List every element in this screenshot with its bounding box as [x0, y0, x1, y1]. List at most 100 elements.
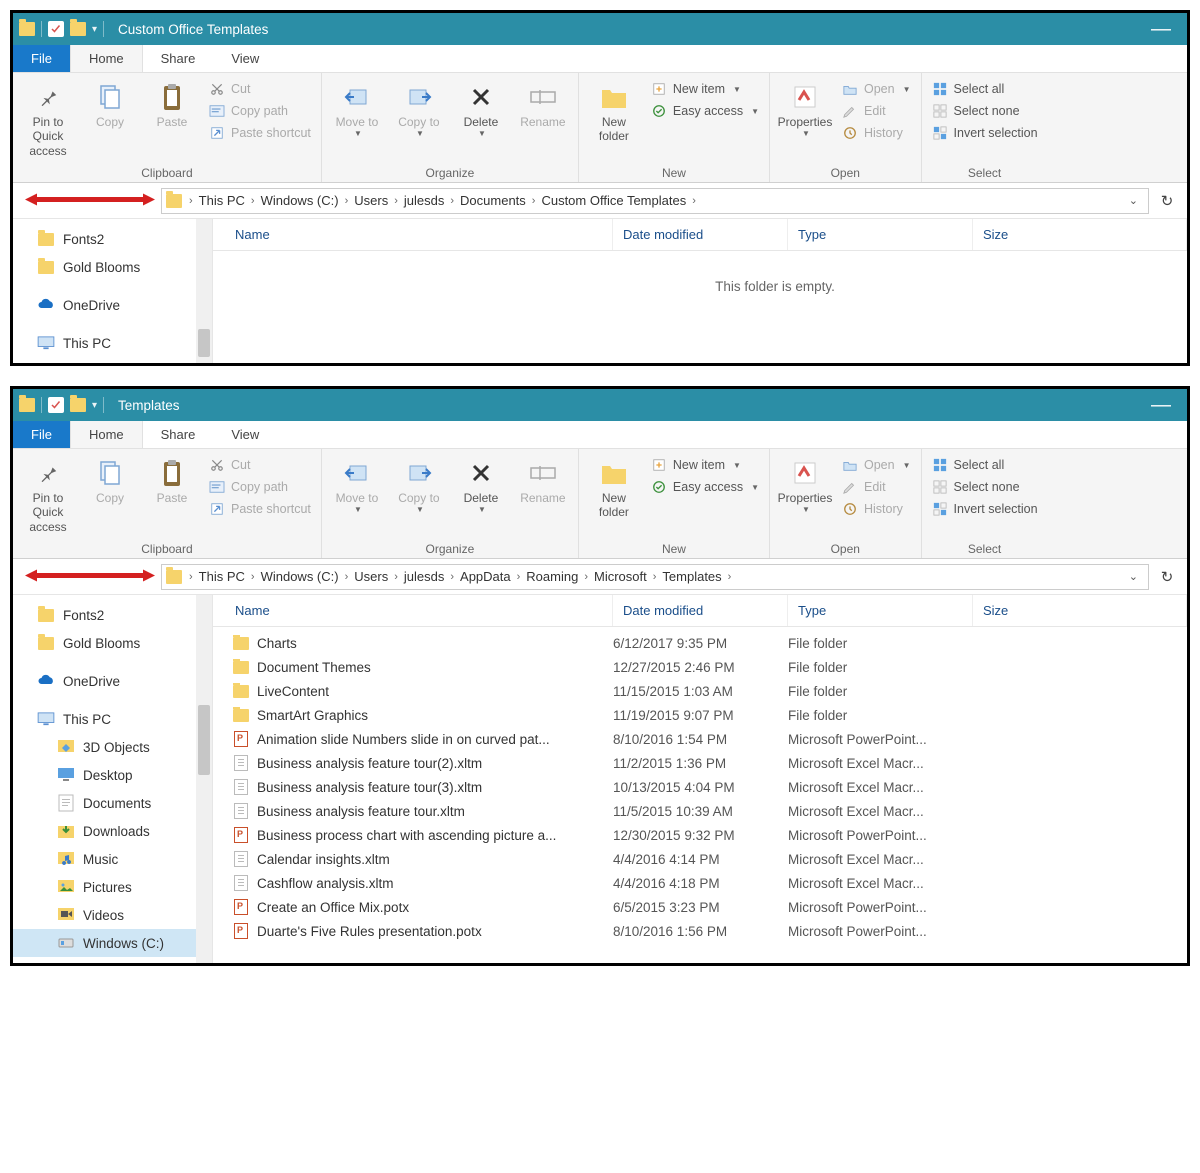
tab-share[interactable]: Share	[143, 421, 214, 448]
col-date[interactable]: Date modified	[613, 219, 788, 250]
minimize-button[interactable]: —	[1141, 19, 1181, 39]
nav-onedrive[interactable]: OneDrive	[13, 291, 212, 319]
nav-scrollbar[interactable]	[196, 219, 212, 363]
nav-sub-item[interactable]: Pictures	[13, 873, 212, 901]
address-bar[interactable]: ›This PC›Windows (C:)›Users›julesds›Docu…	[161, 188, 1149, 214]
tab-home[interactable]: Home	[70, 45, 143, 72]
nav-sub-item[interactable]: Desktop	[13, 761, 212, 789]
new-item-button[interactable]: New item▼	[647, 455, 763, 475]
properties-button[interactable]: Properties ▼	[776, 77, 834, 143]
invert-selection-button[interactable]: Invert selection	[928, 499, 1042, 519]
select-none-button[interactable]: Select none	[928, 477, 1042, 497]
chevron-right-icon[interactable]: ›	[447, 195, 457, 207]
chevron-right-icon[interactable]: ›	[529, 195, 539, 207]
file-row[interactable]: Animation slide Numbers slide in on curv…	[213, 727, 1187, 751]
chevron-right-icon[interactable]: ›	[248, 571, 258, 583]
refresh-button[interactable]: ↻	[1155, 565, 1179, 589]
nav-this-pc[interactable]: This PC	[13, 329, 212, 357]
file-row[interactable]: Create an Office Mix.potx6/5/2015 3:23 P…	[213, 895, 1187, 919]
chevron-right-icon[interactable]: ›	[391, 195, 401, 207]
col-size[interactable]: Size	[973, 595, 1187, 626]
easy-access-button[interactable]: Easy access▼	[647, 101, 763, 121]
file-row[interactable]: Calendar insights.xltm4/4/2016 4:14 PMMi…	[213, 847, 1187, 871]
select-all-button[interactable]: Select all	[928, 79, 1042, 99]
breadcrumb-item[interactable]: julesds	[401, 193, 447, 208]
nav-folder-item[interactable]: Fonts2	[13, 601, 212, 629]
nav-onedrive[interactable]: OneDrive	[13, 667, 212, 695]
select-none-button[interactable]: Select none	[928, 101, 1042, 121]
chevron-right-icon[interactable]: ›	[725, 571, 735, 583]
col-type[interactable]: Type	[788, 219, 973, 250]
breadcrumb-item[interactable]: AppData	[457, 569, 514, 584]
delete-button[interactable]: Delete ▼	[452, 453, 510, 519]
folder-qat-icon[interactable]	[70, 22, 86, 36]
chevron-right-icon[interactable]: ›	[581, 571, 591, 583]
address-bar[interactable]: ›This PC›Windows (C:)›Users›julesds›AppD…	[161, 564, 1149, 590]
properties-qat-icon[interactable]	[48, 21, 64, 37]
nav-folder-item[interactable]: Gold Blooms	[13, 253, 212, 281]
invert-selection-button[interactable]: Invert selection	[928, 123, 1042, 143]
chevron-right-icon[interactable]: ›	[248, 195, 258, 207]
folder-qat-icon[interactable]	[70, 398, 86, 412]
breadcrumb-item[interactable]: Roaming	[523, 569, 581, 584]
col-type[interactable]: Type	[788, 595, 973, 626]
new-folder-button[interactable]: New folder	[585, 453, 643, 524]
minimize-button[interactable]: —	[1141, 395, 1181, 415]
properties-qat-icon[interactable]	[48, 397, 64, 413]
file-row[interactable]: Document Themes12/27/2015 2:46 PMFile fo…	[213, 655, 1187, 679]
nav-sub-item[interactable]: Windows (C:)	[13, 929, 212, 957]
file-row[interactable]: Business process chart with ascending pi…	[213, 823, 1187, 847]
col-date[interactable]: Date modified	[613, 595, 788, 626]
breadcrumb-item[interactable]: Documents	[457, 193, 529, 208]
nav-sub-item[interactable]: Videos	[13, 901, 212, 929]
tab-home[interactable]: Home	[70, 421, 143, 448]
nav-sub-item[interactable]: Downloads	[13, 817, 212, 845]
chevron-right-icon[interactable]: ›	[447, 571, 457, 583]
file-row[interactable]: Business analysis feature tour.xltm11/5/…	[213, 799, 1187, 823]
breadcrumb-item[interactable]: Users	[351, 193, 391, 208]
new-item-button[interactable]: New item▼	[647, 79, 763, 99]
tab-view[interactable]: View	[213, 421, 277, 448]
breadcrumb-item[interactable]: Windows (C:)	[258, 193, 342, 208]
file-row[interactable]: Business analysis feature tour(2).xltm11…	[213, 751, 1187, 775]
refresh-button[interactable]: ↻	[1155, 189, 1179, 213]
chevron-right-icon[interactable]: ›	[186, 195, 196, 207]
address-dropdown-icon[interactable]: ⌄	[1123, 570, 1144, 583]
nav-scrollbar[interactable]	[196, 595, 212, 963]
file-row[interactable]: Business analysis feature tour(3).xltm10…	[213, 775, 1187, 799]
file-row[interactable]: Duarte's Five Rules presentation.potx8/1…	[213, 919, 1187, 943]
delete-button[interactable]: Delete ▼	[452, 77, 510, 143]
breadcrumb-item[interactable]: Microsoft	[591, 569, 650, 584]
pin-button[interactable]: Pin to Quick access	[19, 453, 77, 538]
chevron-right-icon[interactable]: ›	[342, 195, 352, 207]
tab-file[interactable]: File	[13, 421, 70, 448]
file-row[interactable]: Charts6/12/2017 9:35 PMFile folder	[213, 631, 1187, 655]
chevron-right-icon[interactable]: ›	[342, 571, 352, 583]
qat-dropdown-icon[interactable]: ▾	[92, 400, 97, 411]
breadcrumb-item[interactable]: Custom Office Templates	[538, 193, 689, 208]
nav-folder-item[interactable]: Gold Blooms	[13, 629, 212, 657]
chevron-right-icon[interactable]: ›	[514, 571, 524, 583]
breadcrumb-item[interactable]: Windows (C:)	[258, 569, 342, 584]
breadcrumb-item[interactable]: Users	[351, 569, 391, 584]
breadcrumb-item[interactable]: This PC	[196, 193, 248, 208]
address-dropdown-icon[interactable]: ⌄	[1123, 194, 1144, 207]
chevron-right-icon[interactable]: ›	[650, 571, 660, 583]
nav-folder-item[interactable]: Fonts2	[13, 225, 212, 253]
file-row[interactable]: SmartArt Graphics11/19/2015 9:07 PMFile …	[213, 703, 1187, 727]
chevron-right-icon[interactable]: ›	[391, 571, 401, 583]
select-all-button[interactable]: Select all	[928, 455, 1042, 475]
nav-sub-item[interactable]: Documents	[13, 789, 212, 817]
chevron-right-icon[interactable]: ›	[186, 571, 196, 583]
breadcrumb-item[interactable]: Templates	[659, 569, 724, 584]
file-row[interactable]: Cashflow analysis.xltm4/4/2016 4:18 PMMi…	[213, 871, 1187, 895]
nav-sub-item[interactable]: 3D Objects	[13, 733, 212, 761]
col-size[interactable]: Size	[973, 219, 1187, 250]
nav-this-pc[interactable]: This PC	[13, 705, 212, 733]
properties-button[interactable]: Properties ▼	[776, 453, 834, 519]
nav-sub-item[interactable]: Music	[13, 845, 212, 873]
qat-dropdown-icon[interactable]: ▾	[92, 24, 97, 35]
easy-access-button[interactable]: Easy access▼	[647, 477, 763, 497]
breadcrumb-item[interactable]: This PC	[196, 569, 248, 584]
tab-view[interactable]: View	[213, 45, 277, 72]
